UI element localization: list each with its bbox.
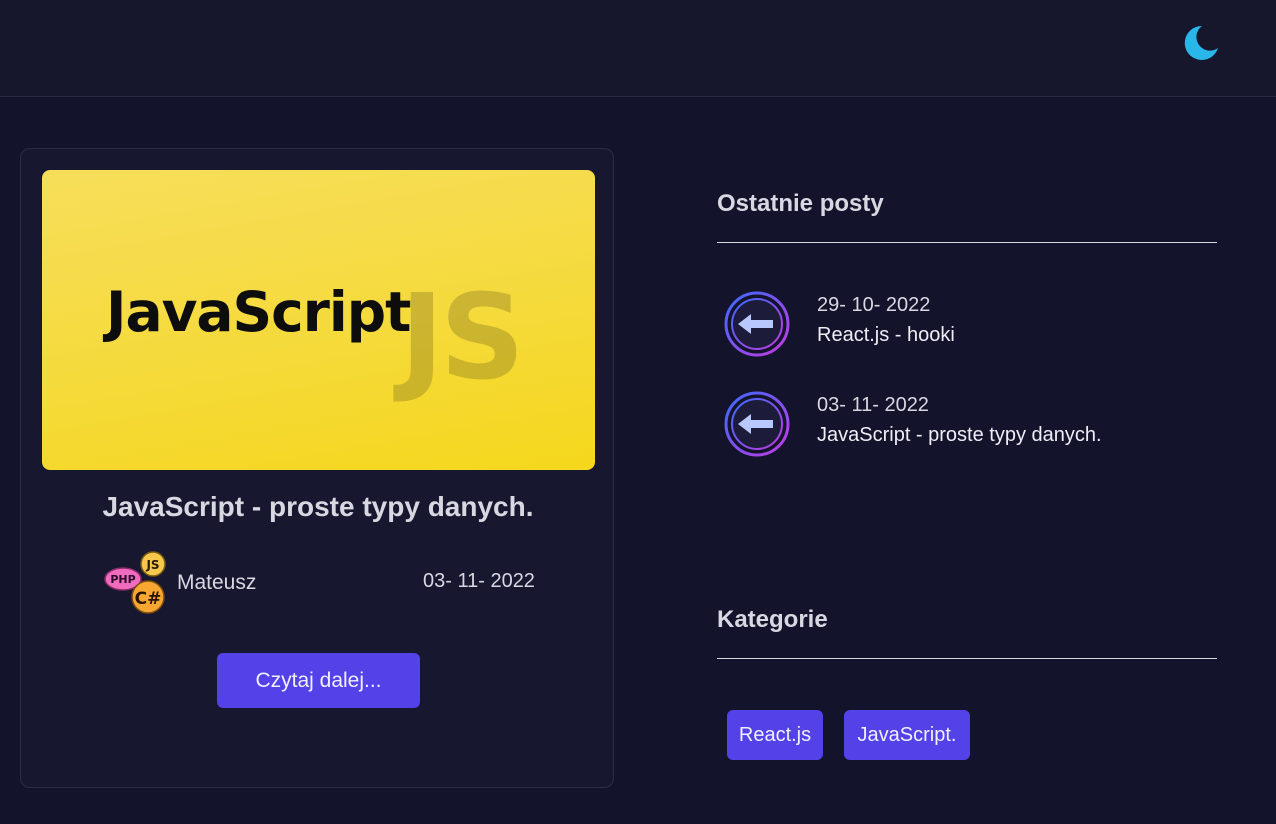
- thumbnail-title-text: JavaScript: [106, 280, 411, 344]
- author-row: PHP JS C# Mateusz 03- 11- 2022: [103, 551, 543, 615]
- avatar-badge-js: JS: [145, 558, 159, 572]
- post-title[interactable]: JavaScript - proste typy danych.: [21, 491, 615, 523]
- categories-heading: Kategorie: [717, 606, 828, 633]
- theme-toggle-button[interactable]: [1180, 22, 1222, 64]
- post-card: JS JavaScript JavaScript - proste typy d…: [20, 148, 614, 788]
- recent-post-date: 03- 11- 2022: [817, 394, 929, 416]
- avatar-badge-php: PHP: [110, 573, 135, 586]
- category-tag-reactjs[interactable]: React.js: [727, 710, 823, 760]
- categories-divider: [717, 658, 1217, 659]
- top-bar: [0, 0, 1276, 97]
- arrow-left-icon: [724, 391, 790, 457]
- avatar-badge-csharp: C#: [135, 589, 162, 609]
- recent-posts-divider: [717, 242, 1217, 243]
- moon-icon: [1184, 25, 1218, 60]
- read-more-button[interactable]: Czytaj dalej...: [217, 653, 420, 708]
- recent-post-title[interactable]: JavaScript - proste typy danych.: [817, 424, 1102, 447]
- author-name[interactable]: Mateusz: [177, 571, 256, 595]
- recent-post-title[interactable]: React.js - hooki: [817, 324, 955, 347]
- category-tag-javascript[interactable]: JavaScript.: [844, 710, 970, 760]
- author-avatar: PHP JS C#: [104, 551, 166, 614]
- recent-post-item[interactable]: 29- 10- 2022 React.js - hooki: [717, 290, 1217, 370]
- post-date: 03- 11- 2022: [423, 570, 535, 592]
- recent-post-item[interactable]: 03- 11- 2022 JavaScript - proste typy da…: [717, 390, 1217, 470]
- recent-posts-heading: Ostatnie posty: [717, 190, 884, 217]
- recent-post-date: 29- 10- 2022: [817, 294, 931, 316]
- arrow-left-icon: [724, 291, 790, 357]
- js-badge-text: JS: [400, 268, 525, 406]
- post-thumbnail[interactable]: JS JavaScript: [42, 170, 595, 470]
